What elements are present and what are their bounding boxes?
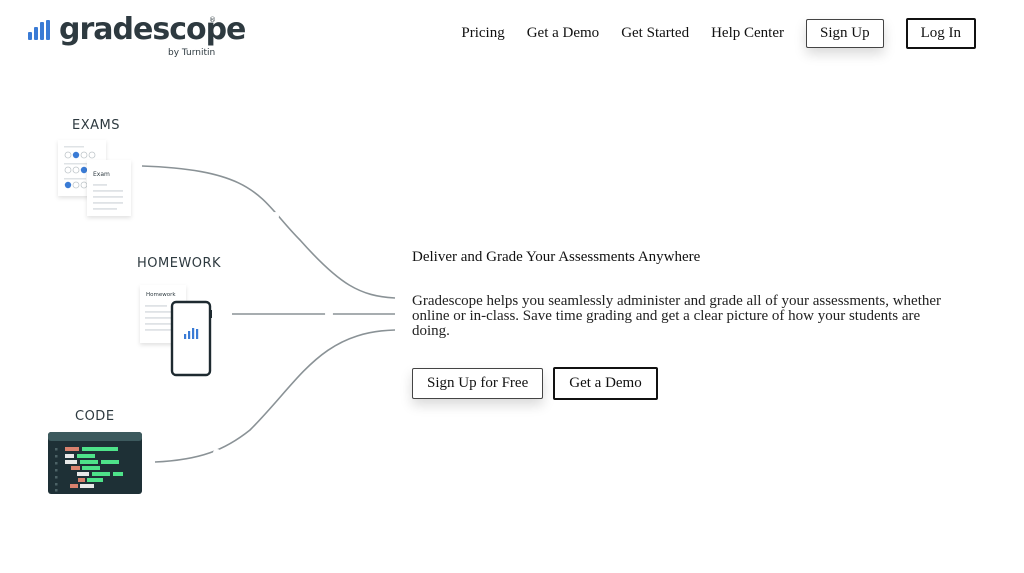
code-connector-dot: [213, 449, 221, 457]
homework-icon: [140, 285, 212, 377]
get-a-demo-button[interactable]: Get a Demo: [553, 367, 658, 400]
homework-doc-title: Homework: [146, 292, 176, 298]
exams-connector-dot: [271, 212, 279, 220]
code-icon: [48, 432, 142, 494]
homework-connector-dot: [325, 310, 333, 318]
hero-description: Gradescope helps you seamlessly administ…: [412, 293, 942, 339]
sign-up-for-free-button[interactable]: Sign Up for Free: [412, 368, 544, 399]
code-label: CODE: [75, 409, 115, 424]
homework-label: HOMEWORK: [137, 256, 222, 271]
exams-connector-line: [141, 165, 396, 299]
hero-title: Deliver and Grade Your Assessments Anywh…: [412, 249, 701, 265]
hero-section: Deliver and Grade Your Assessments Anywh…: [412, 249, 952, 400]
exams-label: EXAMS: [72, 118, 120, 133]
exam-doc-title: Exam: [93, 171, 110, 178]
exams-icon: [58, 140, 131, 216]
